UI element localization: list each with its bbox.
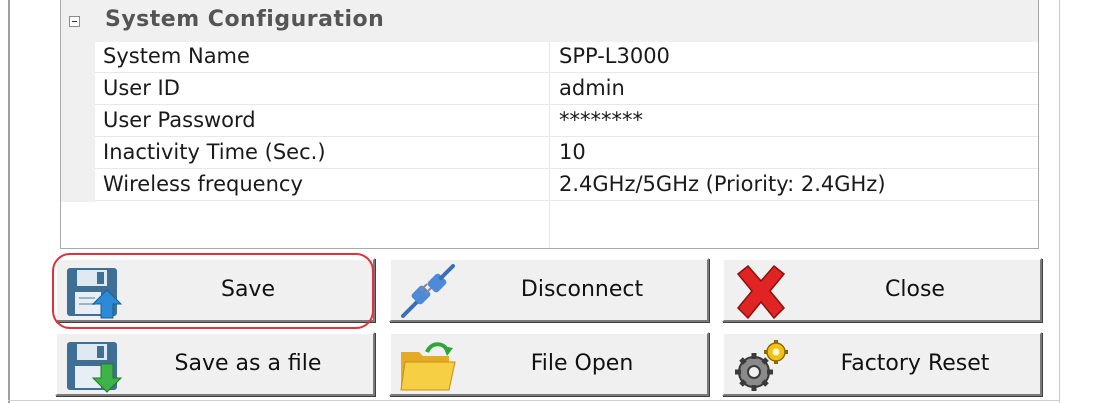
close-button[interactable]: Close xyxy=(722,258,1042,322)
property-row-system-name[interactable]: System Name SPP-L3000 xyxy=(95,41,1038,73)
property-value[interactable]: 10 xyxy=(559,140,586,164)
window-bottom-border xyxy=(8,400,1060,401)
save-as-file-button-label: Save as a file xyxy=(174,351,322,376)
window-right-border xyxy=(1059,0,1060,403)
gears-icon xyxy=(735,340,788,391)
file-open-button[interactable]: File Open xyxy=(389,332,709,396)
factory-reset-button[interactable]: Factory Reset xyxy=(722,332,1042,396)
grid-gutter xyxy=(61,41,95,202)
save-button-label: Save xyxy=(220,277,275,302)
save-icon xyxy=(67,268,123,319)
property-name: Wireless frequency xyxy=(103,172,303,196)
category-label: System Configuration xyxy=(105,7,385,32)
property-name: System Name xyxy=(103,44,250,68)
plug-disconnect-icon xyxy=(401,264,455,318)
factory-reset-button-label: Factory Reset xyxy=(840,351,990,376)
save-as-file-button[interactable]: Save as a file xyxy=(55,332,375,396)
save-to-file-icon xyxy=(67,342,123,393)
category-row-system-configuration[interactable]: System Configuration xyxy=(61,0,1038,42)
property-value[interactable]: 2.4GHz/5GHz (Priority: 2.4GHz) xyxy=(559,172,886,196)
folder-open-icon xyxy=(400,342,456,391)
property-row-wireless-frequency[interactable]: Wireless frequency 2.4GHz/5GHz (Priority… xyxy=(95,169,1038,201)
property-row-inactivity-time[interactable]: Inactivity Time (Sec.) 10 xyxy=(95,137,1038,169)
close-icon xyxy=(736,264,786,320)
property-value[interactable]: SPP-L3000 xyxy=(559,44,670,68)
close-button-label: Close xyxy=(885,277,945,302)
property-name: Inactivity Time (Sec.) xyxy=(103,140,326,164)
collapse-icon[interactable] xyxy=(69,16,80,27)
property-row-user-id[interactable]: User ID admin xyxy=(95,73,1038,105)
property-value[interactable]: admin xyxy=(559,76,625,100)
property-row-user-password[interactable]: User Password ******** xyxy=(95,105,1038,137)
property-name: User Password xyxy=(103,108,256,132)
property-grid: System Configuration System Name SPP-L30… xyxy=(60,0,1039,249)
save-button[interactable]: Save xyxy=(55,258,375,322)
disconnect-button-label: Disconnect xyxy=(520,277,644,302)
file-open-button-label: File Open xyxy=(530,351,634,376)
disconnect-button[interactable]: Disconnect xyxy=(389,258,709,322)
window-left-border xyxy=(8,0,10,403)
property-name: User ID xyxy=(103,76,180,100)
property-value[interactable]: ******** xyxy=(559,108,643,132)
